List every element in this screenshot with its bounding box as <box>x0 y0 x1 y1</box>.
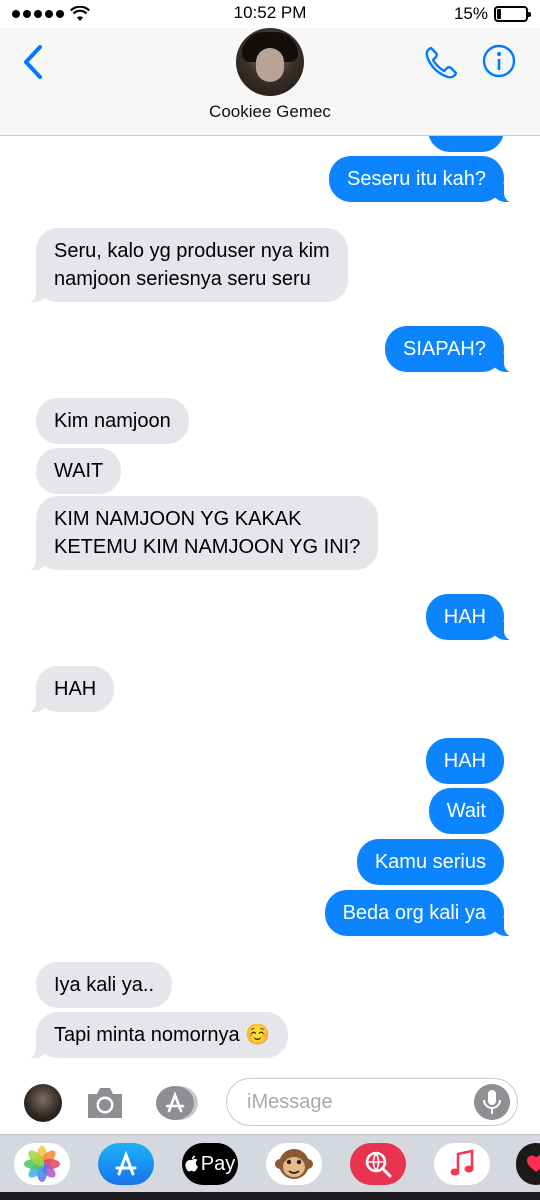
app-store-drawer-button[interactable] <box>98 1143 154 1185</box>
battery-icon <box>494 6 531 22</box>
music-icon <box>450 1149 474 1176</box>
photos-app-button[interactable] <box>14 1143 70 1185</box>
message-bubble-sent[interactable]: SIAPAH? <box>385 326 516 373</box>
phone-icon <box>425 46 458 79</box>
conversation-header: Cookiee Gemec <box>0 28 540 136</box>
message-bubble-received[interactable]: Seru, kalo yg produser nya kim namjoon s… <box>24 228 348 303</box>
app-store-button[interactable] <box>154 1084 198 1122</box>
message-bubble-sent[interactable]: Seseru itu kah? <box>329 156 516 203</box>
info-icon <box>482 44 516 78</box>
app-drawer: Pay <box>0 1134 540 1192</box>
message-bubble-partial <box>428 136 504 152</box>
message-thread[interactable]: Seseru itu kah? Seru, kalo yg produser n… <box>0 136 540 1070</box>
message-bubble-sent[interactable]: Beda org kali ya <box>324 890 517 937</box>
animoji-button[interactable] <box>266 1143 322 1185</box>
message-bubble-sent[interactable]: Wait <box>428 788 504 834</box>
chevron-left-icon <box>24 45 42 79</box>
memoji-avatar-button[interactable] <box>24 1084 62 1122</box>
heart-icon <box>527 1155 540 1172</box>
status-time: 10:52 PM <box>233 3 307 22</box>
battery-fill <box>497 9 501 19</box>
message-bubble-sent[interactable]: HAH <box>425 738 504 784</box>
photos-icon <box>24 1146 60 1182</box>
contact-avatar[interactable] <box>236 28 304 96</box>
back-button[interactable] <box>18 42 48 82</box>
message-bubble-received[interactable]: Kim namjoon <box>36 398 189 444</box>
camera-icon <box>88 1088 122 1118</box>
web-search-button[interactable] <box>350 1143 406 1185</box>
message-bubble-received[interactable]: Iya kali ya.. <box>36 962 173 1008</box>
apple-pay-icon <box>185 1155 198 1172</box>
message-bubble-received[interactable]: Tapi minta nomornya ☺️ <box>23 1012 289 1059</box>
animoji-monkey-icon <box>275 1149 313 1179</box>
apple-pay-label: Pay <box>200 1152 236 1175</box>
message-bubble-received[interactable]: KIM NAMJOON YG KAKAK KETEMU KIM NAMJOON … <box>23 496 379 571</box>
app-store-icon <box>115 1150 137 1176</box>
digital-touch-button[interactable] <box>516 1143 540 1185</box>
music-button[interactable] <box>434 1143 490 1185</box>
message-bubble-sent[interactable]: Kamu serius <box>356 839 504 885</box>
message-bubble-received[interactable]: WAIT <box>36 448 122 494</box>
web-search-icon <box>365 1151 392 1178</box>
status-bar: 10:52 PM 15% <box>0 0 540 28</box>
microphone-icon <box>483 1090 501 1114</box>
apple-pay-button[interactable]: Pay <box>182 1143 238 1185</box>
info-button[interactable] <box>482 44 516 78</box>
message-bubble-received[interactable]: HAH <box>23 666 115 713</box>
message-bubble-sent[interactable]: HAH <box>425 594 517 641</box>
camera-button[interactable] <box>84 1082 126 1122</box>
compose-bar <box>0 1070 540 1134</box>
call-button[interactable] <box>422 44 460 82</box>
microphone-button[interactable] <box>474 1084 510 1120</box>
contact-name[interactable]: Cookiee Gemec <box>0 102 540 122</box>
home-indicator-bar <box>0 1192 540 1200</box>
app-store-icon <box>156 1086 198 1120</box>
